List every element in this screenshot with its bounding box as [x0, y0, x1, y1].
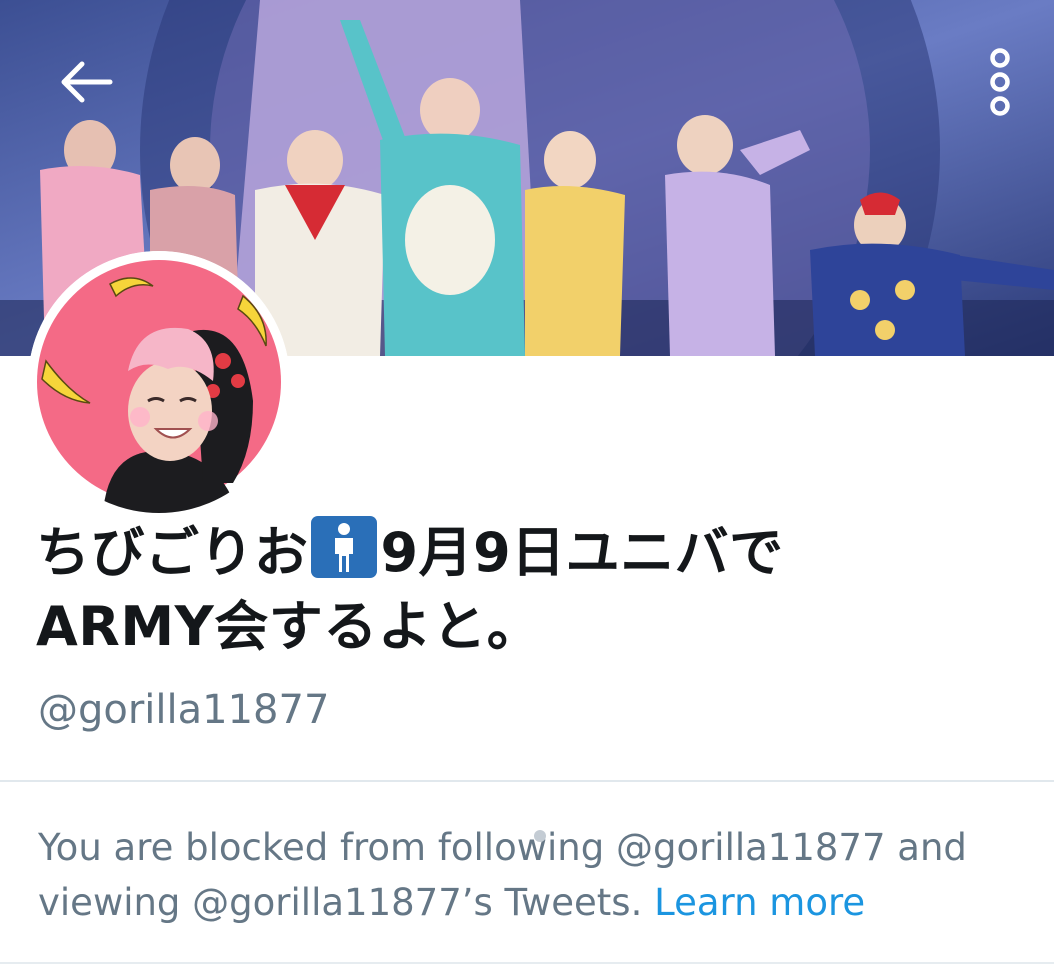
avatar-image: [28, 251, 290, 513]
display-name-line2: ARMY会するよと。: [36, 595, 542, 658]
display-name: ちびごりお 9月9日ユニバで ARMY会するよと。: [36, 516, 1016, 664]
user-handle: @gorilla11877: [38, 687, 330, 733]
arrow-left-icon: [61, 61, 113, 103]
vertical-dots-icon: [990, 48, 1010, 116]
learn-more-link[interactable]: Learn more: [654, 881, 865, 924]
profile-avatar[interactable]: [28, 251, 290, 513]
standing-person-emoji-icon: [310, 516, 377, 578]
display-name-part1: ちびごりお: [36, 521, 309, 584]
bottom-divider: [0, 962, 1054, 964]
display-name-part2: 9月9日ユニバで: [380, 521, 784, 584]
scroll-indicator: [534, 830, 546, 842]
divider: [0, 780, 1054, 782]
back-button[interactable]: [38, 34, 134, 130]
profile-page: ちびごりお 9月9日ユニバで ARMY会するよと。 @gorilla11877 Yo…: [0, 0, 1054, 967]
blocked-notice: You are blocked from following @gorilla1…: [38, 820, 1028, 930]
more-options-button[interactable]: [968, 40, 1032, 124]
